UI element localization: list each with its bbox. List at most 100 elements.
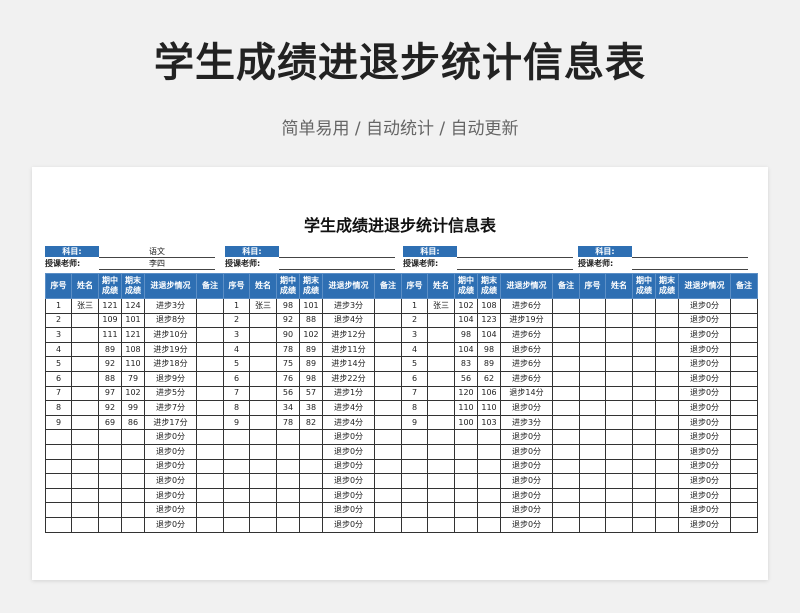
cell-remark[interactable]	[552, 298, 580, 314]
cell-seq[interactable]: 6	[45, 370, 72, 387]
cell-midterm[interactable]: 120	[454, 385, 478, 402]
cell-midterm[interactable]	[454, 443, 478, 460]
cell-seq[interactable]	[45, 473, 72, 489]
cell-final[interactable]: 86	[121, 414, 145, 431]
cell-midterm[interactable]: 76	[276, 370, 300, 387]
cell-seq[interactable]	[579, 458, 606, 475]
cell-final[interactable]	[655, 458, 679, 475]
cell-seq[interactable]: 4	[45, 341, 72, 358]
cell-name[interactable]	[427, 516, 455, 533]
cell-remark[interactable]	[196, 356, 224, 372]
cell-remark[interactable]	[374, 298, 402, 314]
cell-name[interactable]	[71, 327, 99, 343]
cell-final[interactable]: 98	[477, 341, 501, 358]
cell-final[interactable]	[655, 341, 679, 358]
cell-midterm[interactable]	[632, 429, 656, 445]
cell-name[interactable]	[249, 516, 277, 533]
cell-seq[interactable]	[579, 341, 606, 358]
cell-seq[interactable]	[223, 502, 250, 518]
cell-final[interactable]	[655, 429, 679, 445]
cell-progress[interactable]: 退步0分	[678, 443, 731, 460]
cell-final[interactable]	[655, 443, 679, 460]
cell-remark[interactable]	[196, 341, 224, 358]
cell-midterm[interactable]	[454, 516, 478, 533]
cell-seq[interactable]	[223, 429, 250, 445]
cell-midterm[interactable]	[632, 370, 656, 387]
cell-final[interactable]	[655, 400, 679, 416]
cell-remark[interactable]	[730, 443, 758, 460]
cell-final[interactable]: 101	[299, 298, 323, 314]
cell-name[interactable]	[605, 443, 633, 460]
subject-value[interactable]: 语文	[99, 246, 215, 258]
cell-name[interactable]	[71, 429, 99, 445]
cell-midterm[interactable]: 110	[454, 400, 478, 416]
cell-progress[interactable]: 退步14分	[500, 385, 553, 402]
cell-final[interactable]: 62	[477, 370, 501, 387]
cell-remark[interactable]	[730, 400, 758, 416]
cell-seq[interactable]	[579, 443, 606, 460]
cell-midterm[interactable]: 78	[276, 414, 300, 431]
cell-name[interactable]	[427, 356, 455, 372]
cell-midterm[interactable]: 56	[454, 370, 478, 387]
cell-seq[interactable]	[401, 516, 428, 533]
cell-final[interactable]: 106	[477, 385, 501, 402]
cell-seq[interactable]: 1	[45, 298, 72, 314]
cell-final[interactable]	[477, 502, 501, 518]
cell-seq[interactable]: 2	[223, 312, 250, 329]
cell-final[interactable]: 101	[121, 312, 145, 329]
cell-seq[interactable]	[579, 487, 606, 504]
cell-midterm[interactable]	[276, 473, 300, 489]
cell-midterm[interactable]: 104	[454, 312, 478, 329]
cell-progress[interactable]: 退步0分	[678, 327, 731, 343]
cell-final[interactable]	[121, 502, 145, 518]
cell-final[interactable]	[121, 516, 145, 533]
cell-seq[interactable]: 3	[223, 327, 250, 343]
cell-remark[interactable]	[552, 516, 580, 533]
cell-seq[interactable]: 7	[45, 385, 72, 402]
cell-progress[interactable]: 退步0分	[678, 487, 731, 504]
cell-name[interactable]	[427, 473, 455, 489]
cell-seq[interactable]: 6	[223, 370, 250, 387]
teacher-value[interactable]	[279, 258, 395, 270]
cell-remark[interactable]	[374, 473, 402, 489]
cell-progress[interactable]: 退步0分	[500, 473, 553, 489]
cell-seq[interactable]: 5	[223, 356, 250, 372]
cell-final[interactable]	[121, 429, 145, 445]
cell-name[interactable]	[249, 487, 277, 504]
cell-seq[interactable]	[579, 414, 606, 431]
cell-seq[interactable]	[223, 516, 250, 533]
cell-name[interactable]	[71, 473, 99, 489]
cell-remark[interactable]	[552, 312, 580, 329]
cell-final[interactable]	[655, 298, 679, 314]
cell-midterm[interactable]: 34	[276, 400, 300, 416]
cell-name[interactable]	[427, 443, 455, 460]
cell-remark[interactable]	[374, 327, 402, 343]
cell-progress[interactable]: 退步0分	[500, 400, 553, 416]
cell-progress[interactable]: 退步8分	[144, 312, 197, 329]
cell-progress[interactable]: 退步0分	[322, 473, 375, 489]
cell-final[interactable]	[299, 443, 323, 460]
cell-name[interactable]	[427, 312, 455, 329]
cell-seq[interactable]	[45, 443, 72, 460]
cell-seq[interactable]	[579, 429, 606, 445]
cell-name[interactable]	[605, 516, 633, 533]
subject-value[interactable]	[457, 246, 573, 258]
cell-name[interactable]	[249, 429, 277, 445]
cell-progress[interactable]: 退步0分	[678, 356, 731, 372]
cell-remark[interactable]	[374, 458, 402, 475]
cell-progress[interactable]: 退步0分	[322, 443, 375, 460]
cell-final[interactable]: 123	[477, 312, 501, 329]
cell-midterm[interactable]	[632, 341, 656, 358]
cell-final[interactable]: 102	[299, 327, 323, 343]
cell-seq[interactable]	[45, 487, 72, 504]
cell-seq[interactable]: 1	[401, 298, 428, 314]
cell-midterm[interactable]	[632, 458, 656, 475]
cell-progress[interactable]: 退步0分	[500, 487, 553, 504]
cell-final[interactable]	[299, 429, 323, 445]
cell-progress[interactable]: 进步14分	[322, 356, 375, 372]
cell-progress[interactable]: 进步3分	[144, 298, 197, 314]
cell-name[interactable]	[249, 443, 277, 460]
cell-midterm[interactable]	[98, 458, 122, 475]
cell-progress[interactable]: 退步0分	[678, 370, 731, 387]
cell-remark[interactable]	[374, 400, 402, 416]
